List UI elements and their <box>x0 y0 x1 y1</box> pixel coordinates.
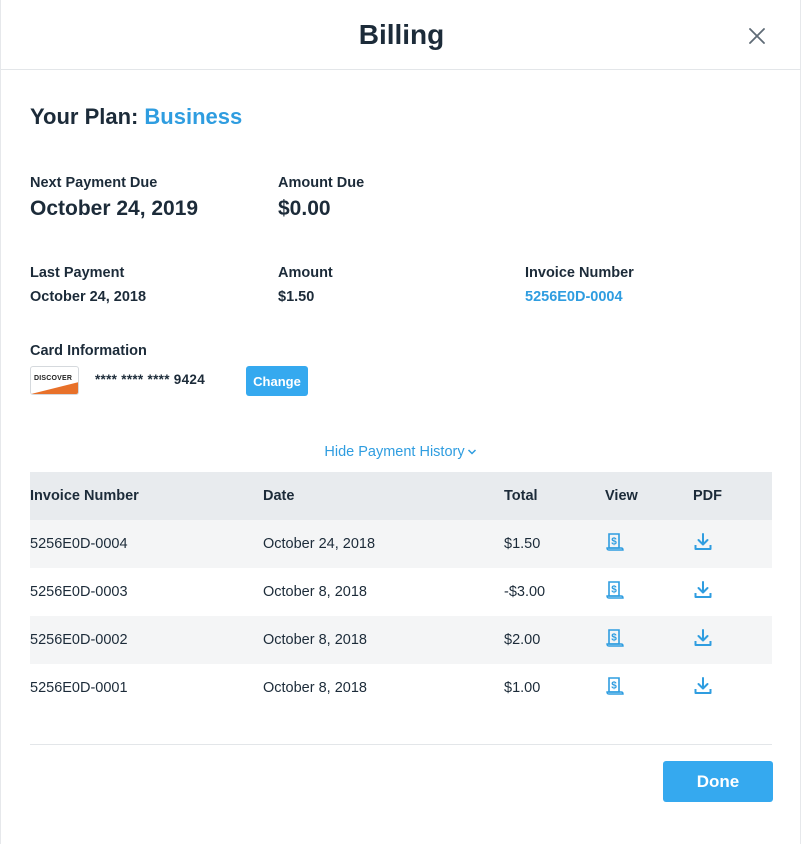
card-information-label: Card Information <box>30 343 147 359</box>
plan-label: Your Plan: <box>30 104 139 129</box>
table-header-row: Invoice Number Date Total View PDF <box>30 472 772 520</box>
table-row: 5256E0D-0003 October 8, 2018 -$3.00 $ <box>30 568 772 616</box>
table-row: 5256E0D-0004 October 24, 2018 $1.50 $ <box>30 520 772 568</box>
next-payment-label: Next Payment Due <box>30 175 158 191</box>
date-cell: October 24, 2018 <box>263 520 504 568</box>
amount-label: Amount <box>278 265 333 281</box>
date-cell: October 8, 2018 <box>263 664 504 712</box>
invoice-cell: 5256E0D-0002 <box>30 616 263 664</box>
invoice-number-link[interactable]: 5256E0D-0004 <box>525 289 623 305</box>
col-header-date: Date <box>263 472 504 520</box>
table-row: 5256E0D-0001 October 8, 2018 $1.00 $ <box>30 664 772 712</box>
modal-header: Billing <box>1 0 801 70</box>
invoice-cell: 5256E0D-0001 <box>30 664 263 712</box>
payment-history-table: Invoice Number Date Total View PDF 5256E… <box>30 472 772 712</box>
chevron-down-icon <box>465 444 477 460</box>
download-icon[interactable] <box>693 676 713 700</box>
invoice-cell: 5256E0D-0003 <box>30 568 263 616</box>
plan-name: Business <box>144 104 243 129</box>
discover-card-logo: DISCOVER <box>30 366 79 395</box>
total-cell: $1.00 <box>504 664 605 712</box>
receipt-icon[interactable]: $ <box>605 628 625 652</box>
amount-due-value: $0.00 <box>278 197 331 220</box>
svg-text:$: $ <box>611 633 617 644</box>
date-cell: October 8, 2018 <box>263 616 504 664</box>
modal-title: Billing <box>358 19 445 50</box>
total-cell: $2.00 <box>504 616 605 664</box>
amount-value: $1.50 <box>278 289 315 305</box>
receipt-icon[interactable]: $ <box>605 580 625 604</box>
svg-text:$: $ <box>611 681 617 692</box>
footer-divider <box>30 744 772 745</box>
receipt-icon[interactable]: $ <box>605 532 625 556</box>
amount-due-label: Amount Due <box>278 175 365 191</box>
col-header-total: Total <box>504 472 605 520</box>
next-payment-value: October 24, 2019 <box>30 197 199 220</box>
hide-payment-history-label: Hide Payment History <box>324 444 465 460</box>
total-cell: $1.50 <box>504 520 605 568</box>
last-payment-label: Last Payment <box>30 265 125 281</box>
download-icon[interactable] <box>693 532 713 556</box>
download-icon[interactable] <box>693 580 713 604</box>
receipt-icon[interactable]: $ <box>605 676 625 700</box>
col-header-invoice: Invoice Number <box>30 472 263 520</box>
date-cell: October 8, 2018 <box>263 568 504 616</box>
card-brand: DISCOVER <box>34 375 73 382</box>
billing-modal: Billing Your Plan: Business Next Payment … <box>0 0 801 844</box>
card-number: **** **** **** 9424 <box>95 372 206 387</box>
change-card-button[interactable]: Change <box>246 366 308 396</box>
col-header-view: View <box>605 472 693 520</box>
download-icon[interactable] <box>693 628 713 652</box>
invoice-cell: 5256E0D-0004 <box>30 520 263 568</box>
done-button[interactable]: Done <box>663 761 773 802</box>
last-payment-value: October 24, 2018 <box>30 289 147 305</box>
card-logo-stripe <box>31 382 78 394</box>
svg-text:$: $ <box>611 537 617 548</box>
hide-payment-history-toggle[interactable]: Hide Payment History <box>1 444 800 460</box>
close-icon[interactable] <box>745 24 769 48</box>
svg-text:$: $ <box>611 585 617 596</box>
total-cell: -$3.00 <box>504 568 605 616</box>
invoice-number-label: Invoice Number <box>525 265 634 281</box>
col-header-pdf: PDF <box>693 472 772 520</box>
table-row: 5256E0D-0002 October 8, 2018 $2.00 $ <box>30 616 772 664</box>
plan-heading: Your Plan: Business <box>30 104 242 130</box>
